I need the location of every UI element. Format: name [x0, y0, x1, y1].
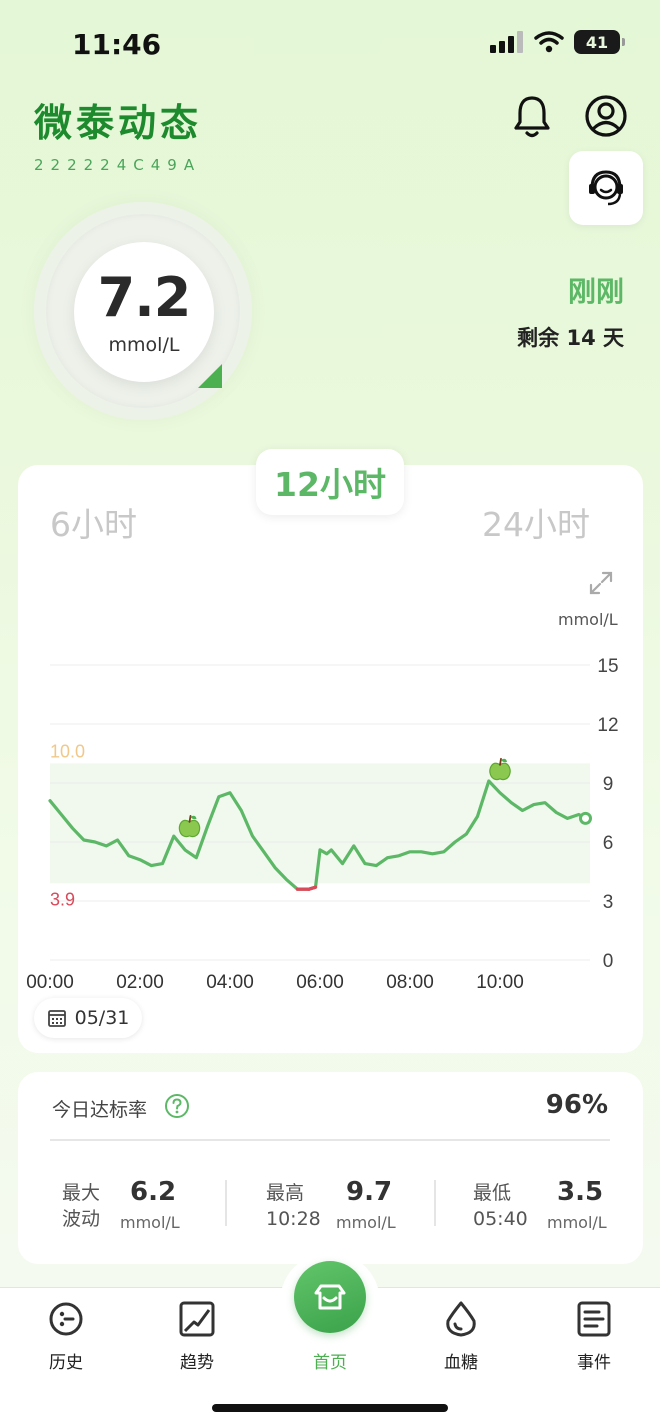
low-glucose-segment: [307, 885, 318, 891]
date-selector[interactable]: 05/31: [34, 998, 142, 1038]
stats-separator: [434, 1180, 436, 1226]
highest-time: 10:28: [266, 1208, 321, 1230]
nav-trend[interactable]: 趋势: [157, 1300, 237, 1373]
blood-drop-icon: [446, 1301, 476, 1337]
target-rate-label: 今日达标率: [52, 1099, 148, 1121]
glucose-line-chart: 15 12 9 6 3 0 10.0 3.9 00:00 02:00 04:00 06:00 08:00…: [26, 656, 618, 993]
nav-history-label: 历史: [49, 1353, 83, 1373]
highest-value: 9.7: [346, 1177, 393, 1207]
stats-divider: [50, 1139, 610, 1141]
target-range-band: [50, 763, 590, 884]
max-fluctuation-label-1: 最大: [62, 1182, 101, 1204]
selected-date: 05/31: [74, 1007, 130, 1029]
high-threshold-label: 10.0: [50, 741, 85, 761]
x-tick-label: 06:00: [296, 972, 344, 993]
lowest-label: 最低: [473, 1182, 512, 1204]
y-tick-label: 12: [597, 715, 618, 736]
highest-label: 最高: [266, 1182, 305, 1204]
meal-apple-icon[interactable]: [489, 757, 511, 781]
nav-home-label[interactable]: 首页: [280, 1348, 380, 1373]
events-list-icon: [577, 1301, 611, 1337]
y-tick-label: 0: [603, 951, 614, 972]
nav-history[interactable]: 历史: [26, 1300, 106, 1373]
nav-glucose-label: 血糖: [444, 1353, 478, 1373]
home-indicator: [212, 1404, 448, 1412]
x-tick-label: 00:00: [26, 972, 74, 993]
nav-glucose[interactable]: 血糖: [421, 1300, 501, 1373]
lowest-value: 3.5: [557, 1177, 604, 1207]
nav-events[interactable]: 事件: [554, 1300, 634, 1373]
home-icon: [314, 1284, 346, 1310]
nav-events-label: 事件: [577, 1353, 611, 1373]
calendar-icon: [47, 1010, 66, 1027]
x-tick-label: 04:00: [206, 972, 254, 993]
low-threshold-label: 3.9: [50, 889, 75, 909]
history-clock-icon: [49, 1302, 83, 1336]
y-tick-label: 3: [603, 892, 614, 913]
lowest-time: 05:40: [473, 1208, 528, 1230]
x-tick-label: 08:00: [386, 972, 434, 993]
lowest-unit: mmol/L: [547, 1213, 607, 1232]
max-fluctuation-label-2: 波动: [62, 1208, 101, 1230]
nav-trend-label: 趋势: [180, 1353, 214, 1373]
stats-separator: [225, 1180, 227, 1226]
y-tick-label: 9: [603, 774, 614, 795]
target-rate-value: 96%: [545, 1090, 608, 1120]
current-point: [579, 811, 592, 825]
y-tick-label: 15: [597, 656, 618, 677]
nav-home-button[interactable]: [294, 1261, 366, 1333]
x-tick-label: 02:00: [116, 972, 164, 993]
help-question-icon[interactable]: [164, 1093, 190, 1119]
highest-unit: mmol/L: [336, 1213, 396, 1232]
max-fluctuation-unit: mmol/L: [120, 1213, 180, 1232]
max-fluctuation-value: 6.2: [130, 1177, 177, 1207]
trend-chart-icon: [179, 1301, 215, 1337]
x-tick-label: 10:00: [476, 972, 524, 993]
y-tick-label: 6: [603, 833, 614, 854]
